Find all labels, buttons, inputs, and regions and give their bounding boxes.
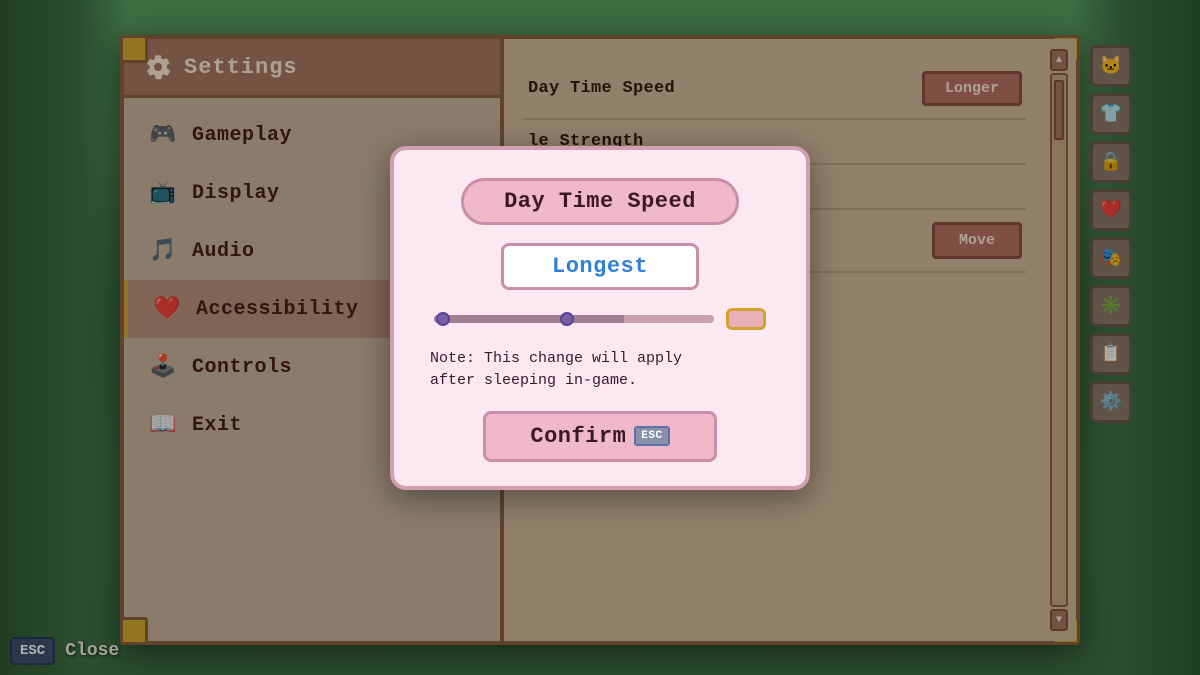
modal-dialog: Day Time Speed Longest Note: This change… bbox=[390, 146, 810, 490]
modal-slider-container bbox=[426, 308, 774, 330]
modal-note: Note: This change will apply after sleep… bbox=[426, 348, 774, 393]
confirm-label: Confirm bbox=[530, 424, 626, 449]
slider-handle[interactable] bbox=[726, 308, 766, 330]
modal-title: Day Time Speed bbox=[461, 178, 739, 225]
confirm-button[interactable]: Confirm ESC bbox=[483, 411, 716, 462]
modal-backdrop: Day Time Speed Longest Note: This change… bbox=[0, 0, 1200, 675]
modal-slider[interactable] bbox=[434, 311, 714, 327]
esc-badge: ESC bbox=[634, 426, 669, 446]
modal-current-value: Longest bbox=[501, 243, 699, 290]
